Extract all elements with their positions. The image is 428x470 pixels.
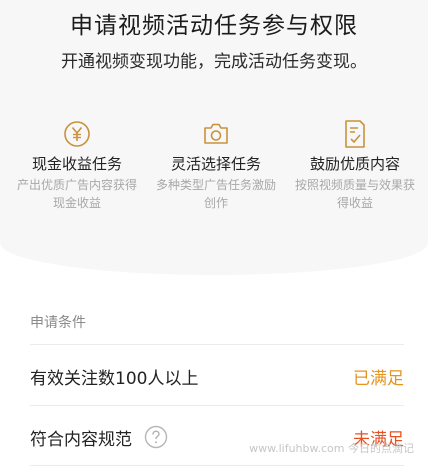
divider bbox=[30, 405, 404, 406]
condition-label: 符合内容规范 bbox=[30, 429, 132, 450]
feature-quality-content: 鼓励优质内容 按照视频质量与效果获得收益 bbox=[284, 120, 426, 212]
hero-banner: 申请视频活动任务参与权限 开通视频变现功能，完成活动任务变现。 现金收益任务 产… bbox=[0, 0, 428, 275]
divider bbox=[30, 465, 404, 466]
help-icon[interactable] bbox=[144, 425, 168, 449]
document-check-icon bbox=[343, 119, 367, 153]
feature-description: 按照视频质量与效果获得收益 bbox=[294, 178, 415, 210]
feature-flexible-choice: 灵活选择任务 多种类型广告任务激励创作 bbox=[145, 120, 287, 212]
conditions-section-label: 申请条件 bbox=[30, 315, 86, 331]
condition-row-followers: 有效关注数100人以上 已满足 bbox=[30, 348, 404, 404]
camera-icon bbox=[201, 121, 231, 151]
page-subtitle: 开通视频变现功能，完成活动任务变现。 bbox=[61, 52, 367, 72]
condition-label: 有效关注数100人以上 bbox=[30, 368, 199, 389]
feature-title: 鼓励优质内容 bbox=[309, 155, 400, 173]
condition-status-met: 已满足 bbox=[353, 368, 404, 389]
feature-title: 现金收益任务 bbox=[31, 155, 122, 173]
feature-cash-income: 现金收益任务 产出优质广告内容获得现金收益 bbox=[6, 120, 148, 212]
feature-description: 多种类型广告任务激励创作 bbox=[155, 178, 276, 210]
yuan-coin-icon bbox=[63, 120, 91, 152]
condition-row-content-rules: 符合内容规范 未满足 bbox=[30, 409, 404, 465]
feature-description: 产出优质广告内容获得现金收益 bbox=[16, 178, 137, 210]
watermark: www.lifuhbw.com 今日的点滴记 bbox=[249, 442, 414, 455]
feature-title: 灵活选择任务 bbox=[170, 155, 261, 173]
divider bbox=[30, 344, 404, 345]
page-title: 申请视频活动任务参与权限 bbox=[70, 13, 358, 39]
